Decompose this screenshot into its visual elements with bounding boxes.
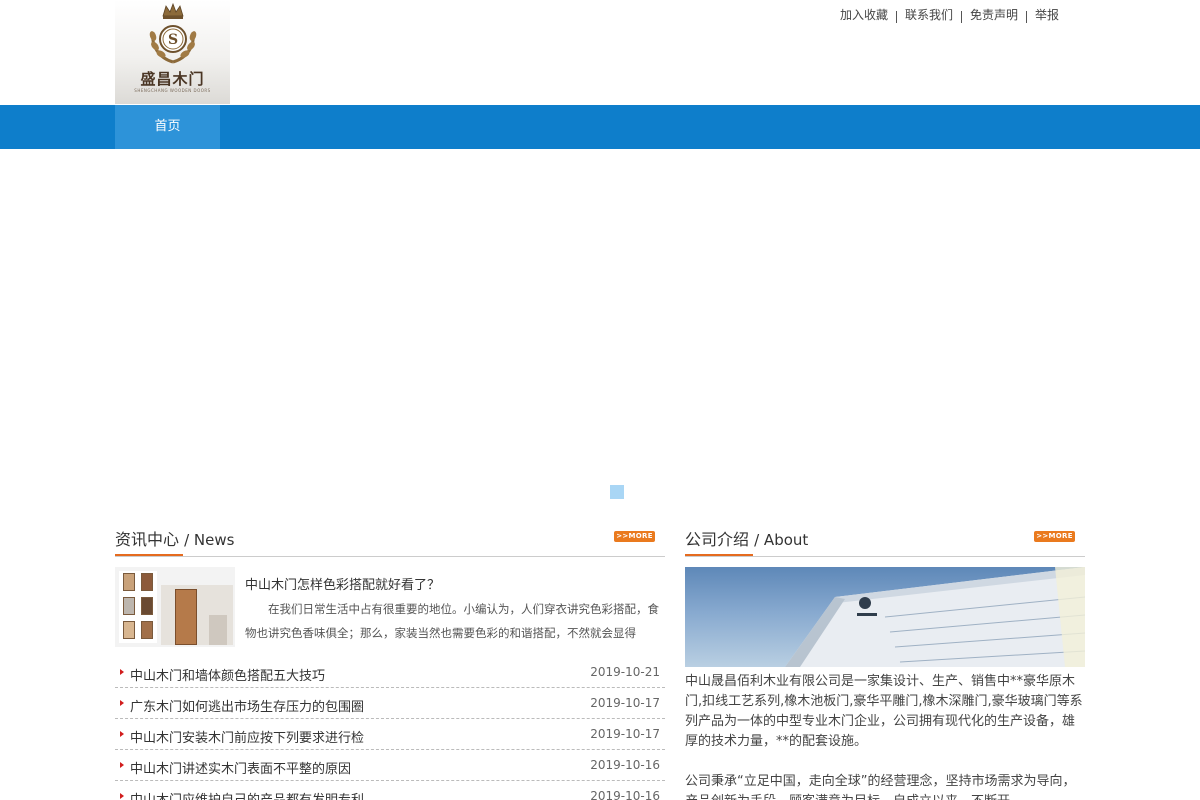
logo-subtitle: SHENGCHANG WOODEN DOORS [134, 88, 211, 93]
news-section-title: 资讯中心 / News [115, 526, 234, 550]
about-paragraph: 中山晟昌佰利木业有限公司是一家集设计、生产、销售中**豪华原木门,扣线工艺系列,… [685, 674, 1083, 749]
about-more-button[interactable]: >>MORE [1034, 531, 1075, 542]
door-swatch [123, 597, 135, 615]
banner-slider [0, 149, 1200, 512]
door-swatch [141, 597, 153, 615]
news-item-title[interactable]: 中山木门应维护自己的产品都有发明专利 [130, 789, 364, 800]
door-swatch [141, 573, 153, 591]
door-swatch [123, 573, 135, 591]
list-item[interactable]: 中山木门安装木门前应按下列要求进行检 2019-10-17 [115, 719, 665, 750]
news-list: 中山木门和墙体颜色搭配五大技巧 2019-10-21 广东木门如何逃出市场生存压… [115, 657, 665, 800]
wall-graphic [209, 615, 227, 645]
featured-news-image[interactable] [115, 567, 235, 647]
door-graphic [175, 589, 197, 645]
slider-dot[interactable] [610, 485, 624, 499]
news-item-title[interactable]: 广东木门如何逃出市场生存压力的包围圈 [130, 696, 364, 715]
about-title-en: / About [754, 531, 809, 549]
list-item[interactable]: 中山木门讲述实木门表面不平整的原因 2019-10-16 [115, 750, 665, 781]
featured-news-desc: 在我们日常生活中占有很重要的地位。小编认为，人们穿衣讲究色彩搭配，食物也讲究色香… [245, 602, 659, 640]
disclaimer-link[interactable]: 免责声明 [970, 8, 1018, 22]
bullet-icon [120, 793, 124, 799]
logo-name: 盛昌木门 [140, 70, 205, 88]
main-nav: 首页 [0, 105, 1200, 149]
about-title-cn: 公司介绍 [685, 530, 750, 549]
svg-text:S: S [167, 32, 177, 48]
about-description: 中山晟昌佰利木业有限公司是一家集设计、生产、销售中**豪华原木门,扣线工艺系列,… [685, 672, 1085, 800]
contact-us-link[interactable]: 联系我们 [905, 8, 953, 22]
room-scene [161, 585, 233, 645]
news-item-title[interactable]: 中山木门讲述实木门表面不平整的原因 [130, 758, 351, 777]
news-item-date: 2019-10-17 [590, 727, 660, 741]
news-item-date: 2019-10-16 [590, 758, 660, 772]
divider [1026, 11, 1028, 23]
bullet-icon [120, 669, 124, 675]
about-paragraph: 公司秉承“立足中国，走向全球”的经营理念，坚持市场需求为导向，产品创新为手段，顾… [685, 774, 1076, 800]
divider [896, 11, 898, 23]
building-graphic [785, 567, 1085, 667]
about-section-title: 公司介绍 / About [685, 526, 808, 550]
top-links: 加入收藏 联系我们 免责声明 举报 [840, 6, 1059, 23]
news-item-date: 2019-10-21 [590, 665, 660, 679]
news-item-date: 2019-10-17 [590, 696, 660, 710]
door-swatch [141, 621, 153, 639]
news-item-title[interactable]: 中山木门安装木门前应按下列要求进行检 [130, 727, 364, 746]
divider [961, 11, 963, 23]
report-link[interactable]: 举报 [1035, 8, 1059, 22]
news-more-button[interactable]: >>MORE [614, 531, 655, 542]
list-item[interactable]: 中山木门应维护自己的产品都有发明专利 2019-10-16 [115, 781, 665, 800]
news-item-date: 2019-10-16 [590, 789, 660, 800]
crown-emblem-icon: S [149, 2, 196, 64]
door-swatch [123, 621, 135, 639]
add-favorite-link[interactable]: 加入收藏 [840, 8, 888, 22]
list-item[interactable]: 广东木门如何逃出市场生存压力的包围圈 2019-10-17 [115, 688, 665, 719]
company-building-image[interactable] [685, 567, 1085, 667]
nav-item-home[interactable]: 首页 [115, 105, 220, 149]
list-item[interactable]: 中山木门和墙体颜色搭配五大技巧 2019-10-21 [115, 657, 665, 688]
bullet-icon [120, 700, 124, 706]
bullet-icon [120, 762, 124, 768]
featured-news-title[interactable]: 中山木门怎样色彩搭配就好看了？ [245, 574, 440, 593]
about-title-divider [685, 556, 1085, 557]
news-title-cn: 资讯中心 [115, 530, 180, 549]
news-title-divider [115, 556, 665, 557]
news-item-title[interactable]: 中山木门和墙体颜色搭配五大技巧 [130, 665, 325, 684]
news-title-underline [115, 554, 183, 556]
bullet-icon [120, 731, 124, 737]
site-logo[interactable]: S 盛昌木门 SHENGCHANG WOODEN DOORS [115, 0, 230, 104]
about-title-underline [685, 554, 753, 556]
news-title-en: / News [184, 531, 235, 549]
door-swatch-panel [119, 571, 157, 643]
